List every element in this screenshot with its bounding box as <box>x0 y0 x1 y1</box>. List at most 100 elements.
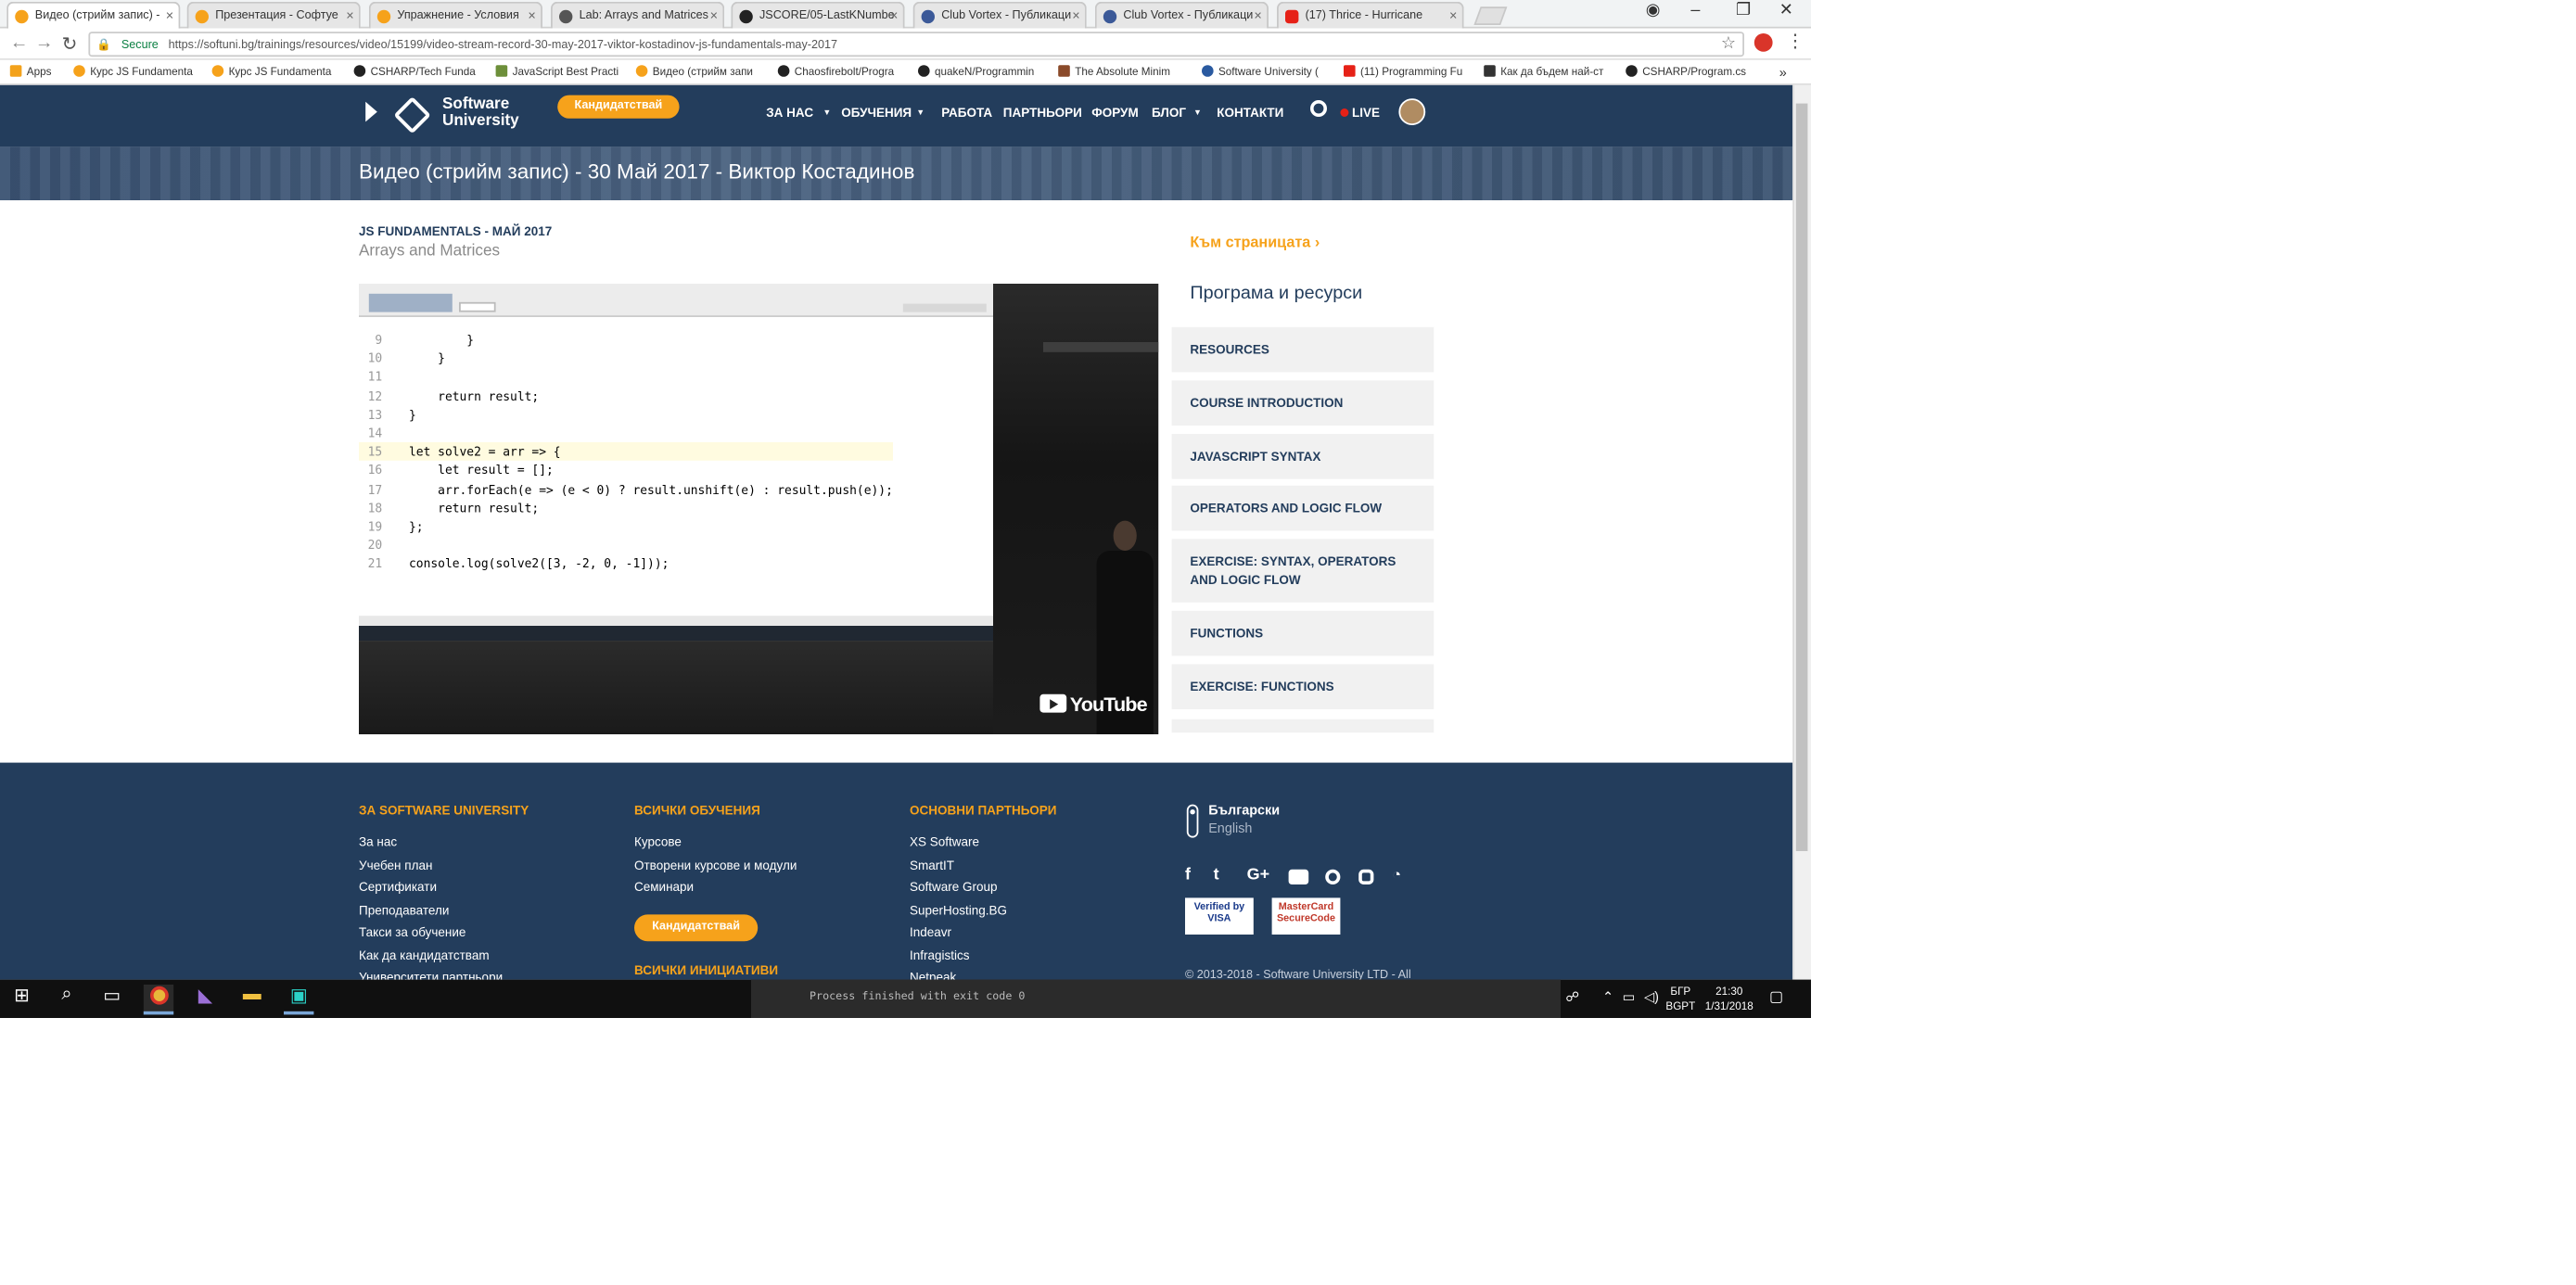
youtube-logo[interactable]: YouTube <box>1039 693 1148 716</box>
browser-tab[interactable]: (17) Thrice - Hurricane × <box>1277 1 1464 29</box>
sidebar-item-operators[interactable]: OPERATORS AND LOGIC FLOW <box>1171 485 1435 531</box>
nav-item-about[interactable]: ЗА НАС <box>766 105 813 120</box>
bookmark-item[interactable]: CSHARP/Tech Funda <box>353 65 476 79</box>
footer-link[interactable]: Курсове <box>634 834 682 849</box>
windows-start-icon[interactable]: ⊞ <box>6 985 36 1014</box>
footer-link[interactable]: Infragistics <box>910 948 970 962</box>
sidebar-item-javascript-syntax[interactable]: JAVASCRIPT SYNTAX <box>1171 434 1435 479</box>
file-explorer-icon[interactable]: ▬ <box>237 985 267 1014</box>
footer-link[interactable]: Сертификати <box>359 880 437 895</box>
chevron-up-icon[interactable]: ⌃ <box>1602 989 1613 1004</box>
video-player[interactable]: 9 } 10 } 11 12 return result; 13} 14 15 let sol… <box>359 284 1159 734</box>
scrollbar-thumb[interactable] <box>1795 103 1808 852</box>
nav-item-jobs[interactable]: РАБОТА <box>941 105 992 120</box>
extension-icon[interactable] <box>1753 33 1773 52</box>
instagram-icon[interactable] <box>1358 869 1374 884</box>
search-icon[interactable]: ⌕ <box>52 985 82 1014</box>
footer-link[interactable]: SuperHosting.BG <box>910 903 1007 918</box>
footer-link[interactable]: За нас <box>359 834 397 849</box>
close-icon[interactable]: × <box>1254 8 1261 23</box>
restore-icon[interactable]: ❐ <box>1736 2 1751 20</box>
footer-link[interactable]: SmartIT <box>910 858 954 872</box>
forward-icon[interactable]: → <box>35 33 54 54</box>
nav-item-forum[interactable]: ФОРУМ <box>1091 105 1139 120</box>
language-other[interactable]: English <box>1208 821 1252 836</box>
footer-link[interactable]: Отворени курсове и модули <box>634 858 797 872</box>
bookmark-item[interactable]: JavaScript Best Practi <box>495 65 618 79</box>
input-language[interactable]: БГР BGPT <box>1665 985 1695 1014</box>
browser-tab[interactable]: Видео (стрийм запис) - × <box>6 1 181 31</box>
menu-toggle-icon[interactable] <box>365 101 377 122</box>
sidebar-item-course-introduction[interactable]: COURSE INTRODUCTION <box>1171 380 1435 426</box>
close-icon[interactable]: × <box>1072 8 1079 23</box>
close-icon[interactable]: × <box>1449 8 1457 23</box>
sidebar-item-partial[interactable] <box>1171 719 1435 733</box>
close-window-icon[interactable]: ✕ <box>1779 2 1793 20</box>
footer-link[interactable]: Семинари <box>634 880 694 895</box>
bookmark-item[interactable]: Как да бъдем най-ст <box>1484 65 1603 79</box>
softuni-logo-icon[interactable] <box>393 96 431 134</box>
avatar[interactable] <box>1398 98 1426 125</box>
browser-tab[interactable]: Lab: Arrays and Matrices × <box>551 1 725 29</box>
nav-item-blog[interactable]: БЛОГ <box>1152 105 1186 120</box>
close-icon[interactable]: × <box>166 8 173 23</box>
webstorm-icon[interactable]: ▣ <box>284 985 314 1015</box>
minimize-icon[interactable]: – <box>1690 2 1700 20</box>
github-icon[interactable] <box>1325 869 1341 884</box>
people-icon[interactable]: ☍ <box>1565 989 1579 1004</box>
bookmark-item[interactable]: (11) Programming Fu <box>1344 65 1462 79</box>
reload-icon[interactable]: ↻ <box>62 33 78 56</box>
bookmark-item[interactable]: Chaosfirebolt/Progra <box>777 65 894 79</box>
live-link[interactable]: LIVE <box>1352 105 1380 120</box>
sidebar-item-exercise-functions[interactable]: EXERCISE: FUNCTIONS <box>1171 664 1435 709</box>
sidebar-item-exercise-syntax[interactable]: EXERCISE: SYNTAX, OPERATORS AND LOGIC FL… <box>1171 539 1435 603</box>
browser-tab[interactable]: Упражнение - Условия × <box>368 1 542 29</box>
search-icon[interactable] <box>1310 100 1327 117</box>
browser-tab[interactable]: Презентация - Софтуе × <box>186 1 361 29</box>
bookmark-item[interactable]: Курс JS Fundamenta <box>73 65 193 79</box>
sidebar-item-resources[interactable]: RESOURCES <box>1171 326 1435 373</box>
star-icon[interactable]: ☆ <box>1721 35 1736 54</box>
footer-link[interactable]: Такси за обучение <box>359 924 465 939</box>
footer-link[interactable]: Indeavr <box>910 924 951 939</box>
menu-icon[interactable]: ⋮ <box>1786 30 1804 52</box>
nav-item-trainings[interactable]: ОБУЧЕНИЯ <box>841 105 912 120</box>
footer-apply-button[interactable]: Кандидатствай <box>634 914 759 942</box>
bookmark-item[interactable]: Видео (стрийм запи <box>635 65 753 79</box>
browser-tab[interactable]: Club Vortex - Публикаци × <box>1094 1 1269 29</box>
visual-studio-icon[interactable]: ◣ <box>190 985 220 1014</box>
nav-item-contacts[interactable]: КОНТАКТИ <box>1217 105 1283 120</box>
bookmark-item[interactable]: Apps <box>9 65 51 79</box>
close-icon[interactable]: × <box>528 8 535 23</box>
site-logo[interactable]: Software University <box>442 95 519 130</box>
google-plus-icon[interactable]: G+ <box>1247 866 1270 884</box>
apply-button[interactable]: Кандидатствай <box>557 95 680 119</box>
close-icon[interactable]: × <box>890 8 898 23</box>
address-bar[interactable]: 🔒 Secure https://softuni.bg/trainings/reso… <box>88 32 1744 57</box>
clock[interactable]: 21:30 1/31/2018 <box>1702 985 1756 1014</box>
footer-link[interactable]: Учебен план <box>359 858 432 872</box>
browser-tab[interactable]: JSCORE/05-LastKNumbe × <box>731 1 905 29</box>
footer-link[interactable]: Как да кандидатстваm <box>359 948 490 962</box>
nav-item-partners[interactable]: ПАРТНЬОРИ <box>1003 105 1082 120</box>
facebook-icon[interactable]: f <box>1185 866 1191 884</box>
notifications-icon[interactable]: ▢ <box>1769 988 1783 1007</box>
twitter-icon[interactable]: t <box>1214 866 1219 884</box>
close-icon[interactable]: × <box>346 8 353 23</box>
bookmark-item[interactable]: Курс JS Fundamenta <box>211 65 331 79</box>
more-bookmarks-icon[interactable]: » <box>1779 65 1787 80</box>
browser-tab[interactable]: Club Vortex - Публикаци × <box>912 1 1087 29</box>
back-icon[interactable]: ← <box>10 33 29 54</box>
close-icon[interactable]: × <box>710 8 718 23</box>
network-icon[interactable]: ▭ <box>1623 989 1636 1004</box>
rss-icon[interactable]: ◔ <box>1392 866 1401 883</box>
footer-link[interactable]: XS Software <box>910 834 979 849</box>
bookmark-item[interactable]: CSHARP/Program.cs <box>1626 65 1746 79</box>
bookmark-item[interactable]: quakeN/Programmin <box>918 65 1034 79</box>
task-view-icon[interactable]: ▭ <box>96 985 126 1014</box>
sidebar-item-functions[interactable]: FUNCTIONS <box>1171 610 1435 656</box>
user-icon[interactable]: ◉ <box>1646 2 1661 20</box>
chrome-icon[interactable] <box>143 985 174 1015</box>
new-tab-button[interactable] <box>1473 6 1508 25</box>
to-page-link[interactable]: Към страницата › <box>1190 234 1320 250</box>
